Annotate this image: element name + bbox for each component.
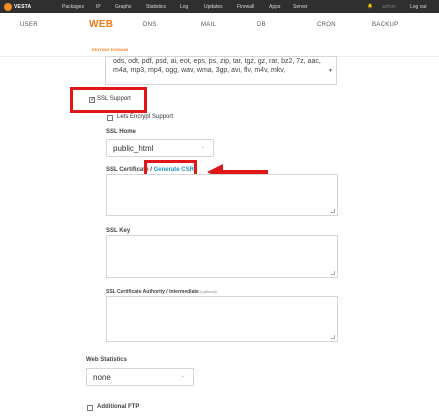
ssl-home-value: public_html bbox=[113, 143, 154, 153]
resize-handle-icon[interactable] bbox=[331, 335, 335, 339]
topnav-apps[interactable]: Apps bbox=[269, 4, 280, 10]
topnav-updates[interactable]: Updates bbox=[204, 4, 223, 10]
editing-domain-title: EDITING DOMAIN bbox=[92, 47, 129, 52]
ssl-home-select[interactable]: public_html ⌄ bbox=[106, 139, 214, 157]
ssl-ca-label-row: SSL Certificate Authority / Intermediate… bbox=[106, 289, 217, 295]
resize-handle-icon[interactable] bbox=[331, 209, 335, 213]
optional-note: (optional) bbox=[200, 289, 217, 294]
web-statistics-select[interactable]: none ⌄ bbox=[86, 368, 194, 386]
ssl-support-label: SSL Support bbox=[97, 96, 131, 102]
ssl-ca-textarea[interactable] bbox=[106, 296, 338, 342]
ssl-support-checkbox[interactable] bbox=[89, 96, 95, 103]
tab-web[interactable]: WEB bbox=[89, 19, 113, 30]
topnav-log[interactable]: Log bbox=[180, 4, 188, 10]
web-statistics-value: none bbox=[93, 372, 111, 382]
tab-db[interactable]: DB bbox=[257, 22, 266, 28]
main-nav: USER WEB DNS MAIL DB CRON BACKUP bbox=[0, 13, 439, 43]
topnav-packages[interactable]: Packages bbox=[62, 4, 84, 10]
tab-cron[interactable]: CRON bbox=[317, 22, 336, 28]
vesta-logo[interactable]: VESTA bbox=[4, 2, 36, 11]
logout-link[interactable]: Log out bbox=[410, 4, 427, 10]
resize-handle-icon[interactable] bbox=[331, 271, 335, 275]
lets-encrypt-label: Lets Encrypt Support bbox=[117, 114, 174, 120]
ssl-certificate-label: SSL Certificate bbox=[106, 167, 149, 173]
additional-ftp-checkbox[interactable] bbox=[87, 405, 93, 411]
scroll-down-icon[interactable]: ▼ bbox=[328, 67, 333, 76]
additional-ftp-label: Additional FTP bbox=[97, 404, 140, 410]
ssl-key-textarea[interactable] bbox=[106, 235, 338, 278]
topnav-graphs[interactable]: Graphs bbox=[115, 4, 131, 10]
extensions-textarea[interactable]: ods, odt, pdf, psd, ai, eot, eps, ps, zi… bbox=[105, 56, 337, 85]
chevron-down-icon: ⌄ bbox=[200, 144, 205, 150]
user-link[interactable]: admin bbox=[382, 4, 396, 10]
ssl-home-label: SSL Home bbox=[106, 129, 136, 135]
chevron-down-icon: ⌄ bbox=[180, 373, 185, 379]
tab-dns[interactable]: DNS bbox=[143, 22, 157, 28]
lets-encrypt-checkbox[interactable] bbox=[107, 115, 113, 121]
top-bar: VESTA Packages IP Graphs Statistics Log … bbox=[0, 0, 439, 13]
topnav-statistics[interactable]: Statistics bbox=[146, 4, 166, 10]
ssl-certificate-textarea[interactable] bbox=[106, 174, 338, 216]
extensions-value: ods, odt, pdf, psd, ai, eot, eps, ps, zi… bbox=[113, 58, 321, 74]
tab-backup[interactable]: BACKUP bbox=[372, 22, 398, 28]
vesta-logo-icon bbox=[4, 2, 12, 11]
tab-mail[interactable]: MAIL bbox=[201, 22, 216, 28]
web-statistics-label: Web Statistics bbox=[86, 357, 127, 363]
logo-text: VESTA bbox=[14, 3, 32, 10]
ssl-key-label: SSL Key bbox=[106, 228, 131, 234]
bell-icon[interactable] bbox=[367, 3, 373, 9]
tab-user[interactable]: USER bbox=[20, 22, 38, 28]
topnav-server[interactable]: Server bbox=[293, 4, 308, 10]
topnav-ip[interactable]: IP bbox=[96, 4, 101, 10]
ssl-ca-label: SSL Certificate Authority / Intermediate bbox=[106, 289, 199, 295]
topnav-firewall[interactable]: Firewall bbox=[237, 4, 254, 10]
